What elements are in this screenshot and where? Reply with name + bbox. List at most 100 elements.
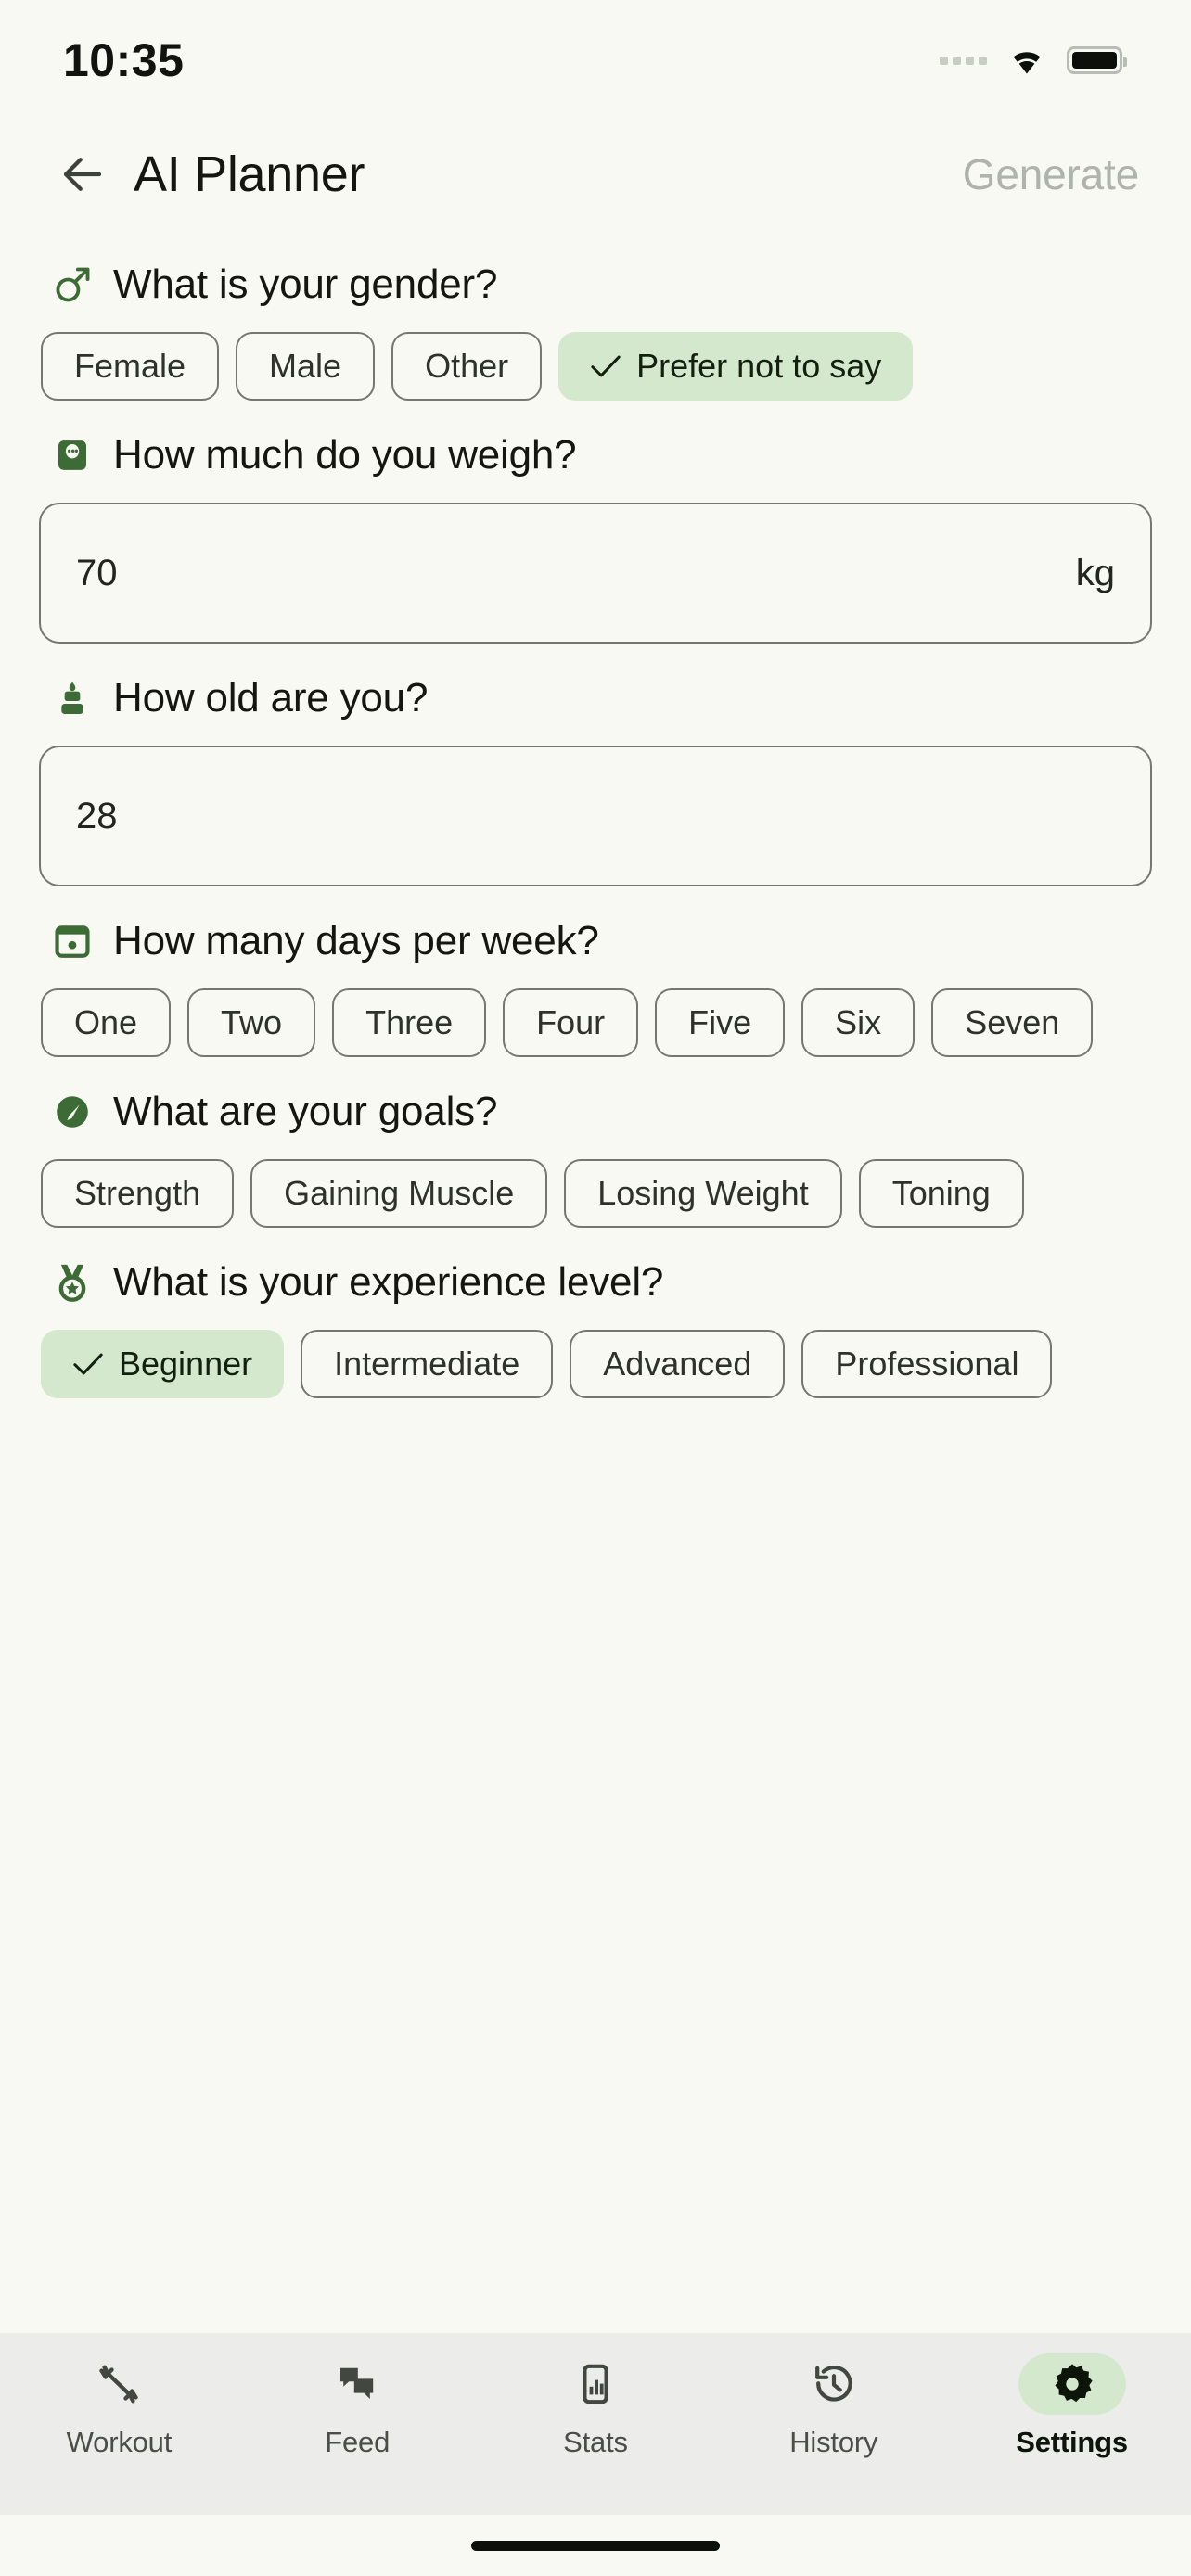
birthday-cake-icon [52, 678, 93, 719]
chip-label: Toning [891, 1174, 991, 1212]
mars-gender-icon [52, 264, 93, 305]
question-row-gender: What is your gender? [39, 261, 1152, 308]
gear-icon [1018, 2353, 1126, 2415]
phone-chart-icon [542, 2353, 649, 2415]
chip-gaining-muscle[interactable]: Gaining Muscle [250, 1159, 548, 1228]
clock-rewind-icon [780, 2353, 888, 2415]
nav-label: Workout [66, 2426, 173, 2458]
check-icon [73, 1353, 103, 1375]
chip-label: Five [688, 1003, 752, 1041]
nav-item-stats[interactable]: Stats [503, 2353, 688, 2459]
chip-group-days: One Two Three Four Five Six Seven [39, 988, 1152, 1057]
chip-label: Six [835, 1003, 882, 1041]
chip-group-experience: Beginner Intermediate Advanced Professio… [39, 1330, 1152, 1398]
nav-label: Stats [563, 2426, 628, 2458]
nav-item-settings[interactable]: Settings [980, 2353, 1165, 2459]
scale-icon [52, 435, 93, 476]
chip-label: Female [74, 347, 186, 385]
question-label: What is your experience level? [113, 1259, 664, 1305]
home-indicator-area [0, 2515, 1191, 2576]
chip-other[interactable]: Other [391, 332, 543, 401]
chip-group-goals: Strength Gaining Muscle Losing Weight To… [39, 1159, 1152, 1228]
section-weight: How much do you weigh? 70 kg [39, 432, 1152, 644]
chip-label: Three [365, 1003, 454, 1041]
weight-unit: kg [1075, 552, 1115, 593]
chip-professional[interactable]: Professional [801, 1330, 1053, 1398]
app-header: AI Planner Generate [0, 121, 1191, 228]
question-label: How old are you? [113, 675, 429, 721]
chip-six[interactable]: Six [801, 988, 916, 1057]
section-gender: What is your gender? Female Male Other P… [39, 261, 1152, 401]
question-row-days: How many days per week? [39, 918, 1152, 964]
status-bar: 10:35 [0, 0, 1191, 121]
generate-button[interactable]: Generate [963, 149, 1139, 199]
nav-label: History [789, 2426, 878, 2458]
section-age: How old are you? 28 [39, 675, 1152, 886]
chip-label: Seven [965, 1003, 1060, 1041]
gauge-icon [52, 1091, 93, 1132]
chip-group-gender: Female Male Other Prefer not to say [39, 332, 1152, 401]
nav-label: Feed [325, 2426, 391, 2458]
chip-label: Professional [835, 1345, 1019, 1383]
question-label: What are your goals? [113, 1089, 498, 1134]
home-indicator[interactable] [471, 2540, 720, 2551]
signal-dots-icon [940, 56, 987, 65]
weight-input[interactable]: 70 kg [39, 503, 1152, 644]
chip-label: Other [425, 347, 509, 385]
question-row-age: How old are you? [39, 675, 1152, 721]
chat-bubbles-icon [303, 2353, 411, 2415]
age-input[interactable]: 28 [39, 746, 1152, 886]
chip-label: Beginner [119, 1345, 253, 1383]
status-time: 10:35 [63, 34, 185, 86]
section-goals: What are your goals? Strength Gaining Mu… [39, 1089, 1152, 1228]
bottom-navigation: Workout Feed Stats History Settings [0, 2333, 1191, 2515]
question-row-goals: What are your goals? [39, 1089, 1152, 1135]
chip-five[interactable]: Five [655, 988, 786, 1057]
question-label: How much do you weigh? [113, 432, 577, 478]
chip-prefer-not-to-say[interactable]: Prefer not to say [558, 332, 914, 401]
chip-seven[interactable]: Seven [931, 988, 1094, 1057]
chip-four[interactable]: Four [503, 988, 639, 1057]
back-arrow-icon[interactable] [58, 149, 108, 199]
nav-item-history[interactable]: History [741, 2353, 927, 2459]
chip-advanced[interactable]: Advanced [570, 1330, 786, 1398]
weight-value: 70 [76, 552, 118, 593]
section-experience: What is your experience level? Beginner … [39, 1259, 1152, 1398]
check-icon [591, 355, 621, 377]
nav-item-workout[interactable]: Workout [26, 2353, 211, 2459]
wifi-icon [1013, 52, 1041, 74]
chip-label: One [74, 1003, 138, 1041]
chip-female[interactable]: Female [41, 332, 220, 401]
chip-losing-weight[interactable]: Losing Weight [564, 1159, 842, 1228]
status-indicators [940, 43, 1127, 78]
nav-item-feed[interactable]: Feed [264, 2353, 450, 2459]
chip-label: Advanced [603, 1345, 752, 1383]
ai-planner-screen: 10:35 AI Planner Generate What is your g… [0, 0, 1191, 2576]
chip-label: Intermediate [334, 1345, 520, 1383]
chip-male[interactable]: Male [236, 332, 376, 401]
chip-label: Four [536, 1003, 606, 1041]
chip-two[interactable]: Two [187, 988, 316, 1057]
chip-label: Two [221, 1003, 283, 1041]
chip-toning[interactable]: Toning [858, 1159, 1024, 1228]
section-days-per-week: How many days per week? One Two Three Fo… [39, 918, 1152, 1057]
dumbbell-icon [65, 2353, 173, 2415]
questionnaire-content: What is your gender? Female Male Other P… [0, 228, 1191, 2333]
chip-one[interactable]: One [41, 988, 172, 1057]
question-label: What is your gender? [113, 261, 498, 307]
chip-intermediate[interactable]: Intermediate [301, 1330, 554, 1398]
chip-label: Gaining Muscle [284, 1174, 515, 1212]
question-row-experience: What is your experience level? [39, 1259, 1152, 1306]
chip-strength[interactable]: Strength [41, 1159, 235, 1228]
question-label: How many days per week? [113, 918, 599, 963]
nav-label: Settings [1016, 2426, 1128, 2458]
chip-label: Losing Weight [597, 1174, 809, 1212]
chip-label: Strength [74, 1174, 201, 1212]
age-value: 28 [76, 795, 118, 836]
page-title: AI Planner [134, 147, 365, 202]
chip-label: Male [269, 347, 342, 385]
chip-beginner[interactable]: Beginner [41, 1330, 285, 1398]
chip-three[interactable]: Three [332, 988, 487, 1057]
chip-label: Prefer not to say [636, 347, 882, 385]
calendar-icon [52, 921, 93, 962]
